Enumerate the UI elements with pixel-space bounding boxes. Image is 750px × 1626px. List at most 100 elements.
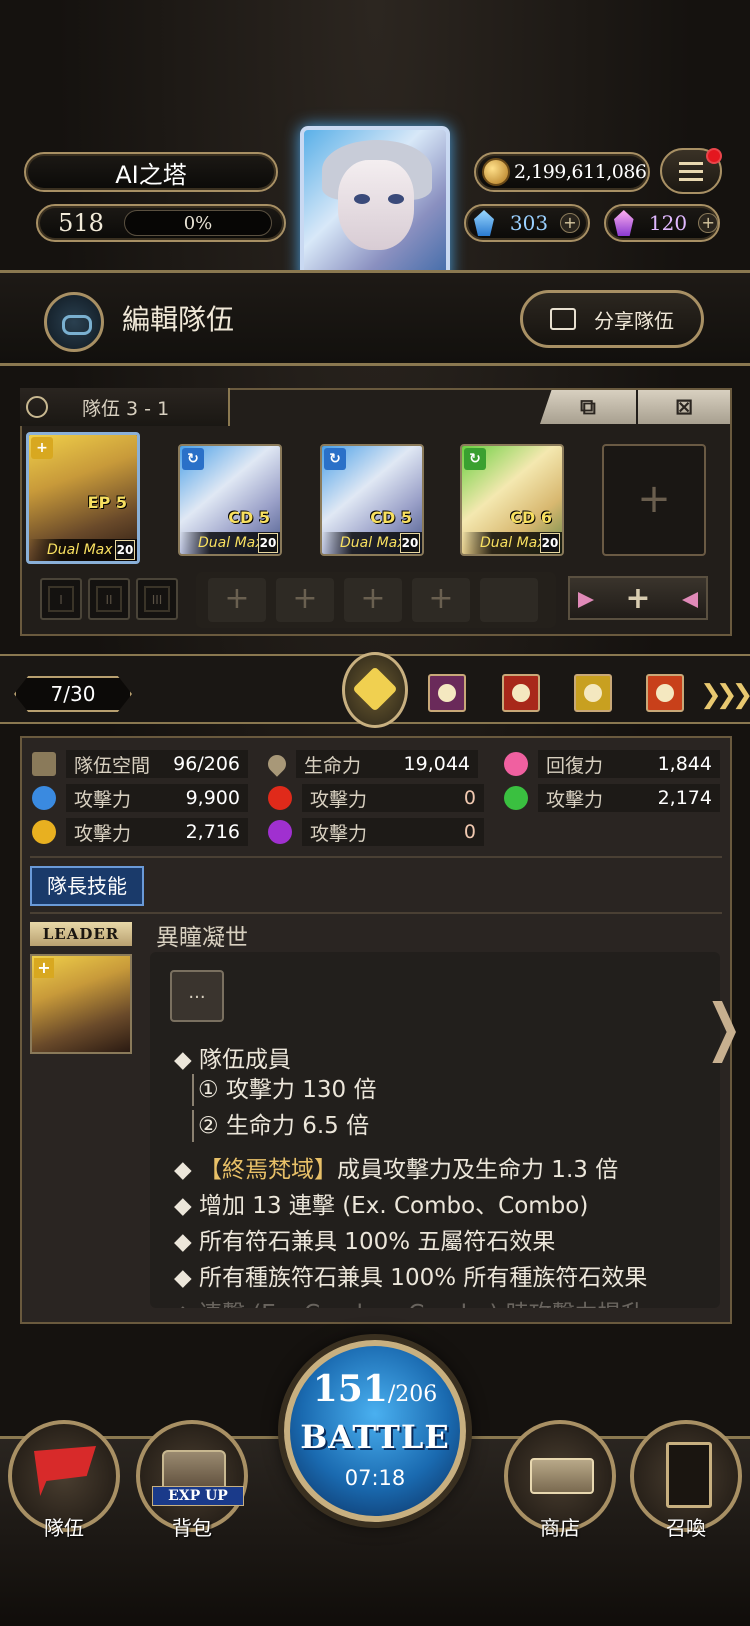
exp-bar: 0%: [124, 210, 272, 236]
card-skill-badge: CD 5: [228, 508, 270, 527]
add-diamond-button[interactable]: +: [560, 213, 580, 233]
craft-slot[interactable]: I: [40, 578, 82, 620]
diamond-counter: 303 +: [464, 204, 590, 242]
battle-button[interactable]: 151/206 BATTLE 07:18: [284, 1340, 466, 1522]
stat-label: 攻擊力: [74, 822, 132, 845]
avatar-eye: [388, 194, 404, 204]
stamina-max: /206: [387, 1382, 438, 1407]
stat-label: 攻擊力: [310, 822, 368, 845]
stat-atk-fire: 攻擊力 0: [268, 784, 484, 812]
add-skill-slot[interactable]: +: [412, 578, 470, 622]
team-label: 隊伍 3 - 1: [82, 398, 170, 420]
share-team-label: 分享隊伍: [594, 308, 674, 333]
share-team-button[interactable]: 分享隊伍: [520, 290, 704, 348]
craft-slot-row: I II III + + + + +: [30, 572, 710, 628]
craft-slot[interactable]: III: [136, 578, 178, 620]
wood-attribute-icon: ↻: [464, 448, 486, 470]
stat-value: 0: [463, 821, 476, 843]
skill-line: ◆ 連擊 (Ex. Combo、Combo) 時攻擊力提升: [174, 1294, 644, 1308]
filter-light-active[interactable]: [342, 652, 408, 728]
extra-skill-tray: + + + +: [196, 572, 556, 628]
add-extra-button[interactable]: +: [568, 576, 708, 620]
shop-sign-icon: [530, 1458, 594, 1494]
fire-icon: [268, 786, 292, 810]
menu-icon: [679, 169, 703, 173]
filter-light-button[interactable]: [574, 674, 612, 712]
avatar-face: [338, 160, 414, 250]
card-count: 7/30: [14, 676, 132, 712]
skill-highlight: 【終焉梵域】: [199, 1157, 337, 1183]
clear-team-button[interactable]: ⊠: [638, 390, 730, 424]
close-icon: ⊠: [674, 394, 694, 420]
skill-line: ◆ 【終焉梵域】成員攻擊力及生命力 1.3 倍: [174, 1150, 618, 1184]
coin-counter: 2,199,611,086: [474, 152, 650, 192]
stat-label: 回復力: [546, 754, 604, 777]
next-arrow-icon[interactable]: ❯: [706, 990, 742, 1063]
card-level: 20: [400, 533, 420, 553]
water-attribute-icon: ↻: [182, 448, 204, 470]
nav-shop-label: 商店: [540, 1516, 580, 1540]
stamina-current: 151: [312, 1368, 388, 1410]
player-level: 518: [58, 209, 104, 237]
stat-value: 9,900: [185, 787, 240, 809]
add-skill-slot[interactable]: +: [276, 578, 334, 622]
back-button[interactable]: [44, 292, 104, 352]
add-skill-slot[interactable]: +: [344, 578, 402, 622]
team-member[interactable]: ↻ CD 5 Dual Max 20: [178, 444, 282, 556]
page-title: 編輯隊伍: [122, 303, 235, 336]
menu-icon: [679, 161, 703, 165]
add-crystal-button[interactable]: +: [698, 213, 718, 233]
avatar-eye: [354, 194, 370, 204]
copy-icon: ⧉: [580, 394, 596, 420]
team-member-leader[interactable]: + EP 5 Dual Max 20: [26, 432, 140, 564]
card-level: 20: [540, 533, 560, 553]
stat-label: 攻擊力: [546, 788, 604, 811]
filter-fire-button[interactable]: [502, 674, 540, 712]
nav-summon-label: 召喚: [666, 1516, 706, 1540]
copy-team-button[interactable]: ⧉: [540, 390, 636, 424]
card-skill-badge: CD 5: [370, 508, 412, 527]
wood-icon: [504, 786, 528, 810]
crystal-amount: 120: [648, 211, 688, 235]
team-member[interactable]: ↻ CD 6 Dual Max 20: [460, 444, 564, 556]
skill-text: 成員攻擊力及生命力 1.3 倍: [337, 1157, 619, 1183]
water-attribute-icon: ↻: [324, 448, 346, 470]
exp-up-badge: EXP UP: [152, 1486, 244, 1506]
battle-label: BATTLE: [300, 1418, 450, 1456]
add-skill-slot[interactable]: +: [208, 578, 266, 622]
stat-value: 1,844: [657, 753, 712, 775]
filter-dark-button[interactable]: [428, 674, 466, 712]
card-skill-badge: CD 6: [510, 508, 552, 527]
arrow-left-icon: [682, 592, 698, 608]
light-attribute-icon: +: [34, 958, 54, 978]
skill-line: ② 生命力 6.5 倍: [192, 1110, 369, 1142]
skill-line: ① 攻擊力 130 倍: [192, 1074, 376, 1106]
stat-value: 19,044: [403, 753, 470, 775]
craft-slot[interactable]: II: [88, 578, 130, 620]
stat-label: 隊伍空間: [74, 754, 151, 777]
divider: [30, 912, 722, 914]
empty-team-slot[interactable]: +: [602, 444, 706, 556]
player-avatar[interactable]: [300, 126, 450, 286]
team-member[interactable]: ↻ CD 5 Dual Max 20: [320, 444, 424, 556]
stage-title-text: AI之塔: [115, 160, 187, 189]
flag-icon: [32, 752, 56, 776]
nav-bag-label: 背包: [172, 1516, 212, 1540]
filter-fire-race-button[interactable]: [646, 674, 684, 712]
card-icon: [666, 1442, 712, 1508]
crystal-icon: [614, 210, 634, 236]
stage-title: AI之塔: [24, 152, 278, 192]
stat-recovery: 回復力 1,844: [504, 750, 720, 778]
stat-value: 0: [463, 787, 476, 809]
leader-skill-tab[interactable]: 隊長技能: [30, 866, 144, 906]
stat-atk-wood: 攻擊力 2,174: [504, 784, 720, 812]
skill-detail-button[interactable]: ...: [170, 970, 224, 1022]
team-rename-icon[interactable]: [26, 396, 48, 418]
arrow-right-icon: [578, 592, 594, 608]
plus-icon: +: [625, 580, 651, 616]
leader-portrait[interactable]: +: [30, 954, 132, 1054]
more-filters-icon[interactable]: ❯❯❯: [700, 680, 750, 710]
dark-icon: [268, 820, 292, 844]
empty-skill-slot: [480, 578, 538, 622]
coin-icon: [482, 158, 510, 186]
